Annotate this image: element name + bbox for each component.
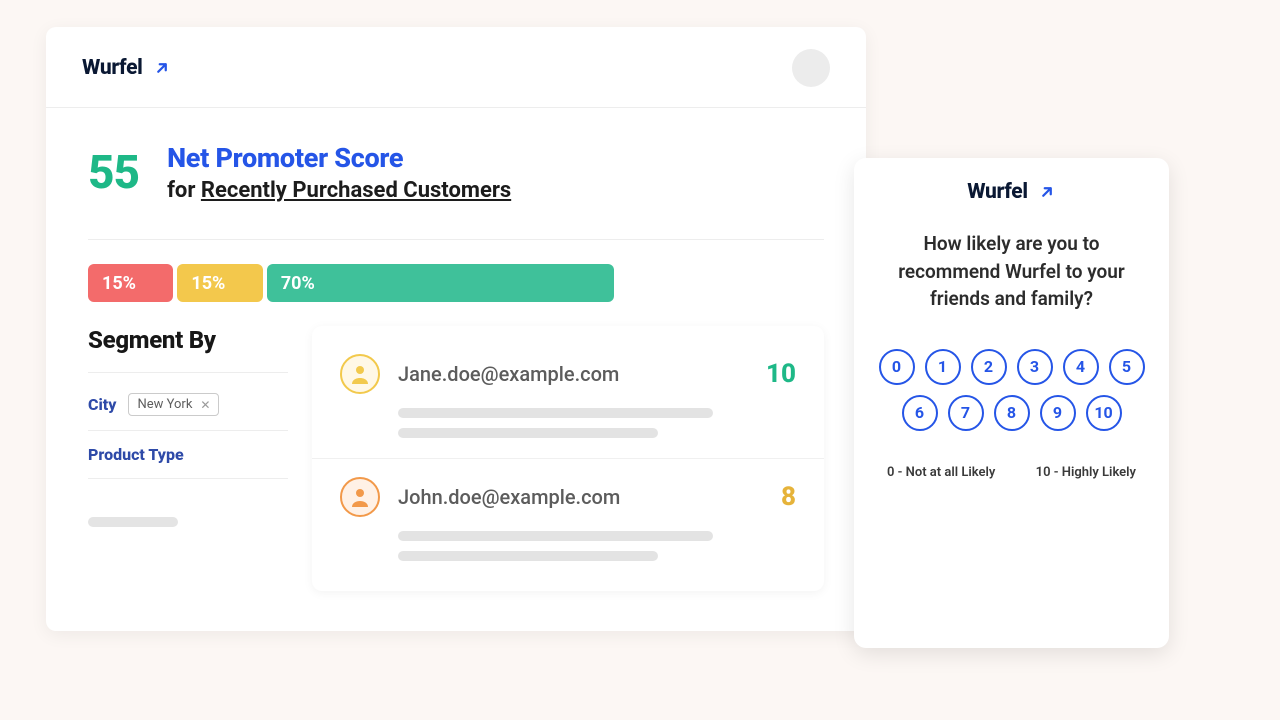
passives-segment: 15% <box>177 264 262 302</box>
respondent-comment-placeholder <box>398 531 796 561</box>
divider <box>88 372 288 373</box>
legend-left: 0 - Not at all Likely <box>887 465 995 480</box>
rating-2-button[interactable]: 2 <box>971 349 1007 385</box>
filter-city-row[interactable]: City New York ✕ <box>88 387 288 431</box>
respondent-email: Jane.doe@example.com <box>398 362 748 386</box>
close-icon[interactable]: ✕ <box>200 398 210 412</box>
nps-title: Net Promoter Score <box>167 142 511 174</box>
nps-score-value: 55 <box>88 146 139 200</box>
passives-label: 15% <box>191 273 225 294</box>
rating-3-button[interactable]: 3 <box>1017 349 1053 385</box>
rating-1-button[interactable]: 1 <box>925 349 961 385</box>
survey-question: How likely are you to recommend Wurfel t… <box>869 230 1154 313</box>
respondent-email: John.doe@example.com <box>398 485 763 509</box>
rating-legend: 0 - Not at all Likely 10 - Highly Likely <box>869 465 1154 480</box>
rating-9-button[interactable]: 9 <box>1040 395 1076 431</box>
nps-distribution-bar: 15% 15% 70% <box>46 240 656 302</box>
promoters-label: 70% <box>281 273 315 294</box>
rating-8-button[interactable]: 8 <box>994 395 1030 431</box>
respondent-comment-placeholder <box>398 408 796 438</box>
nps-summary: 55 Net Promoter Score for Recently Purch… <box>46 108 866 209</box>
rating-6-button[interactable]: 6 <box>902 395 938 431</box>
city-chip-label: New York <box>137 397 192 412</box>
segment-title: Segment By <box>88 326 288 354</box>
rating-5-button[interactable]: 5 <box>1109 349 1145 385</box>
survey-card: Wurfel How likely are you to recommend W… <box>854 158 1169 648</box>
respondent-item[interactable]: Jane.doe@example.com 10 <box>312 336 824 458</box>
nps-subtitle: for Recently Purchased Customers <box>167 178 511 203</box>
rating-7-button[interactable]: 7 <box>948 395 984 431</box>
rating-10-button[interactable]: 10 <box>1086 395 1122 431</box>
detractors-label: 15% <box>102 273 136 294</box>
nps-heading-group: Net Promoter Score for Recently Purchase… <box>167 142 511 203</box>
detractors-segment: 15% <box>88 264 173 302</box>
lower-panels: Segment By City New York ✕ Product Type <box>46 302 866 591</box>
dashboard-card: Wurfel 55 Net Promoter Score for Recentl… <box>46 27 866 631</box>
filter-product-label: Product Type <box>88 445 184 464</box>
legend-right: 10 - Highly Likely <box>1036 465 1136 480</box>
user-avatar[interactable] <box>792 49 830 87</box>
respondents-list: Jane.doe@example.com 10 John.doe@example… <box>312 326 824 591</box>
nps-subtitle-prefix: for <box>167 178 201 203</box>
brand-name: Wurfel <box>967 180 1028 204</box>
filter-city-label: City <box>88 395 116 414</box>
brand: Wurfel <box>869 180 1154 204</box>
avatar-icon <box>340 354 380 394</box>
rating-4-button[interactable]: 4 <box>1063 349 1099 385</box>
filter-product-row[interactable]: Product Type <box>88 431 288 479</box>
respondent-header: John.doe@example.com 8 <box>340 477 796 517</box>
avatar-icon <box>340 477 380 517</box>
brand-arrow-icon <box>153 59 171 77</box>
dashboard-header: Wurfel <box>46 27 866 108</box>
nps-segment-link[interactable]: Recently Purchased Customers <box>201 178 511 203</box>
respondent-score: 8 <box>781 482 796 512</box>
rating-0-button[interactable]: 0 <box>879 349 915 385</box>
respondent-header: Jane.doe@example.com 10 <box>340 354 796 394</box>
respondent-item[interactable]: John.doe@example.com 8 <box>312 458 824 581</box>
brand-name: Wurfel <box>82 56 143 80</box>
segment-panel: Segment By City New York ✕ Product Type <box>88 326 288 591</box>
city-filter-chip[interactable]: New York ✕ <box>128 393 219 416</box>
brand: Wurfel <box>82 56 171 80</box>
rating-button-group: 0 1 2 3 4 5 6 7 8 9 10 <box>869 349 1154 431</box>
placeholder-line <box>88 517 178 527</box>
respondent-score: 10 <box>766 359 796 389</box>
promoters-segment: 70% <box>267 264 614 302</box>
brand-arrow-icon <box>1038 183 1056 201</box>
